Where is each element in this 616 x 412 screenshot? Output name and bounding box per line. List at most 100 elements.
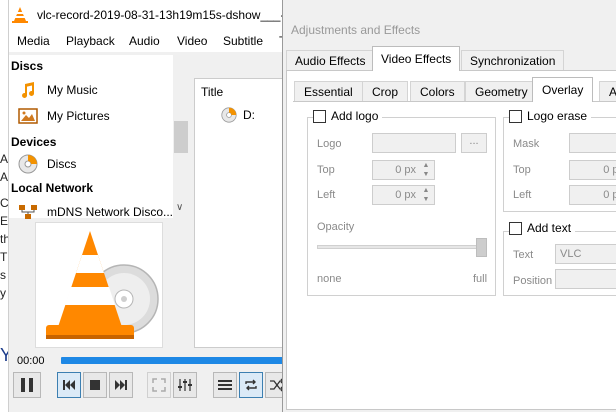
pause-button[interactable] xyxy=(13,372,41,398)
playlist-item-label: D: xyxy=(243,108,255,122)
network-icon xyxy=(17,202,39,222)
tab-audio-effects[interactable]: Audio Effects xyxy=(286,50,375,70)
checkbox-box[interactable] xyxy=(509,109,522,123)
scrollbar-thumb[interactable] xyxy=(174,121,188,153)
sidebar-header-devices: Devices xyxy=(11,135,57,149)
window-title: vlc-record-2019-08-31-13h19m15s-dshow___… xyxy=(37,8,290,22)
fullscreen-button[interactable] xyxy=(147,372,171,398)
skip-next-icon xyxy=(115,380,127,390)
position-select[interactable] xyxy=(555,269,616,289)
loop-button[interactable] xyxy=(239,372,263,398)
spin-arrows-icon[interactable]: ▲ ▼ xyxy=(420,186,432,204)
spin-value: 0 px xyxy=(395,164,416,176)
playlist-button[interactable] xyxy=(213,372,237,398)
menu-audio[interactable]: Audio xyxy=(129,34,160,48)
add-text-checkbox[interactable]: Add text xyxy=(509,221,576,235)
checkbox-box[interactable] xyxy=(313,109,326,123)
seek-bar[interactable] xyxy=(61,357,290,364)
fullscreen-icon xyxy=(152,378,166,392)
tab-synchronization[interactable]: Synchronization xyxy=(461,50,565,70)
add-logo-checkbox[interactable]: Add logo xyxy=(313,109,383,123)
sidebar: Discs My Music My Pictures Devices Discs… xyxy=(9,55,189,219)
mask-file-field[interactable] xyxy=(569,133,616,153)
top-tab-bar: Audio Effects Video Effects Synchronizat… xyxy=(283,46,616,71)
album-art xyxy=(35,222,163,348)
tab-crop[interactable]: Crop xyxy=(362,81,409,101)
logo-left-spinbox[interactable]: 0 px ▲ ▼ xyxy=(372,185,435,205)
logo-erase-checkbox[interactable]: Logo erase xyxy=(509,109,592,123)
tab-label: Colors xyxy=(420,84,455,99)
picture-icon xyxy=(17,106,39,126)
sidebar-item-my-pictures[interactable]: My Pictures xyxy=(17,105,110,127)
spin-arrows-icon[interactable]: ▲ ▼ xyxy=(420,161,432,179)
erase-top-label: Top xyxy=(513,164,531,176)
time-current: 00:00 xyxy=(17,355,45,367)
pause-icon xyxy=(21,378,33,392)
tab-label: Synchronization xyxy=(470,53,556,68)
bg-text: A xyxy=(0,152,9,166)
loop-icon xyxy=(245,379,257,391)
opacity-min-label: none xyxy=(317,273,342,285)
spin-value: 0 px xyxy=(603,189,616,201)
opacity-label: Opacity xyxy=(317,221,355,233)
tab-colors[interactable]: Colors xyxy=(410,81,465,101)
tab-geometry[interactable]: Geometry xyxy=(465,81,538,101)
logo-left-label: Left xyxy=(317,189,336,201)
opacity-slider-thumb[interactable] xyxy=(476,238,487,257)
tab-label: Geometry xyxy=(475,84,528,99)
erase-top-spinbox[interactable]: 0 px xyxy=(569,160,616,180)
skip-previous-icon xyxy=(63,380,75,390)
vlc-main-window: vlc-record-2019-08-31-13h19m15s-dshow___… xyxy=(8,0,290,412)
menu-playback[interactable]: Playback xyxy=(66,34,115,48)
checkbox-label: Logo erase xyxy=(527,109,588,123)
tab-advanced[interactable]: Ac xyxy=(599,81,616,101)
disc-icon xyxy=(17,154,39,174)
sidebar-header-discs: Discs xyxy=(11,59,44,73)
tab-label: Video Effects xyxy=(381,52,452,66)
playlist-item[interactable]: D: xyxy=(221,107,255,123)
sidebar-scrollbar[interactable]: ∨ xyxy=(173,55,189,218)
erase-left-label: Left xyxy=(513,189,532,201)
logo-file-field[interactable] xyxy=(372,133,456,153)
checkbox-box[interactable] xyxy=(509,221,522,235)
menu-video[interactable]: Video xyxy=(177,34,207,48)
extended-settings-button[interactable] xyxy=(173,372,197,398)
tab-video-effects[interactable]: Video Effects xyxy=(372,46,461,71)
browse-logo-button[interactable]: ... xyxy=(461,133,487,153)
tab-overlay[interactable]: Overlay xyxy=(532,77,594,102)
position-label: Position xyxy=(513,275,553,287)
logo-top-label: Top xyxy=(317,164,335,176)
checkbox-label: Add logo xyxy=(331,109,379,123)
bg-text: A xyxy=(0,170,9,184)
sidebar-item-my-music[interactable]: My Music xyxy=(17,79,98,101)
playlist-view: Title D: xyxy=(194,78,290,348)
tab-label: Overlay xyxy=(542,83,584,97)
opacity-slider-track[interactable] xyxy=(317,245,487,249)
chevron-down-icon[interactable]: ∨ xyxy=(176,202,183,213)
stop-button[interactable] xyxy=(83,372,107,398)
menu-media[interactable]: Media xyxy=(17,34,50,48)
previous-button[interactable] xyxy=(57,372,81,398)
tab-label: Essential xyxy=(304,84,353,99)
adjustments-dialog: Adjustments and Effects Audio Effects Vi… xyxy=(282,0,616,412)
mask-label: Mask xyxy=(513,138,540,150)
checkbox-label: Add text xyxy=(527,221,572,235)
spin-value: 0 px xyxy=(395,189,416,201)
sidebar-item-discs[interactable]: Discs xyxy=(17,153,76,175)
menu-bar: Media Playback Audio Video Subtitle T xyxy=(9,30,290,52)
music-note-icon xyxy=(17,80,39,100)
stop-icon xyxy=(90,380,100,390)
erase-left-spinbox[interactable]: 0 px xyxy=(569,185,616,205)
vlc-titlebar[interactable]: vlc-record-2019-08-31-13h19m15s-dshow___… xyxy=(9,0,290,30)
text-input[interactable]: VLC xyxy=(555,244,616,264)
next-button[interactable] xyxy=(109,372,133,398)
column-header-title[interactable]: Title xyxy=(201,85,223,99)
sidebar-item-label: Discs xyxy=(47,157,77,171)
sidebar-item-mdns[interactable]: mDNS Network Disco... xyxy=(17,201,173,223)
sidebar-item-label: mDNS Network Disco... xyxy=(47,205,174,219)
tab-essential[interactable]: Essential xyxy=(294,81,363,101)
dialog-title: Adjustments and Effects xyxy=(291,23,421,37)
vlc-cone-disc-art xyxy=(46,231,159,339)
menu-subtitle[interactable]: Subtitle xyxy=(223,34,263,48)
logo-top-spinbox[interactable]: 0 px ▲ ▼ xyxy=(372,160,435,180)
